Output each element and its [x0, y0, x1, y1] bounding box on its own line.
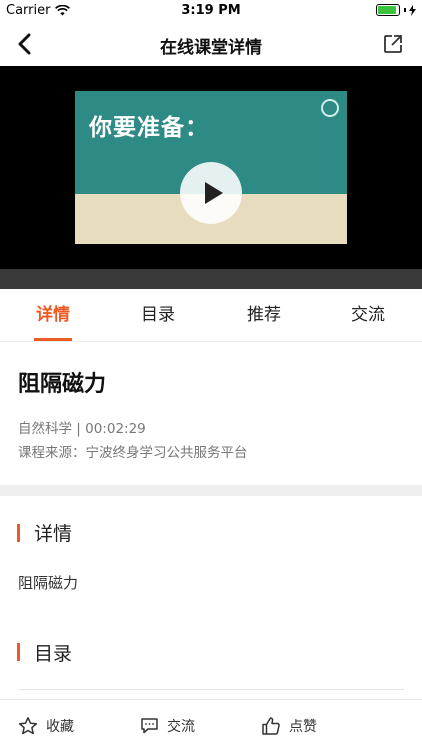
thumbs-up-icon [262, 716, 280, 735]
video-control-bar[interactable] [0, 269, 422, 289]
section-divider [0, 485, 422, 496]
tab-recommend[interactable]: 推荐 [229, 289, 299, 341]
battery-tip [404, 8, 406, 12]
detail-section-title: 详情 [34, 523, 73, 545]
course-meta: 自然科学 | 00:02:29 [18, 421, 146, 437]
tab-detail[interactable]: 详情 [18, 289, 88, 341]
status-bar: Carrier 3:19 PM [0, 0, 422, 22]
share-button[interactable] [382, 33, 404, 55]
catalog-section-title: 目录 [34, 643, 73, 665]
logo-icon [321, 99, 339, 117]
share-icon [384, 35, 402, 53]
thumbnail-text: 你要准备： [89, 115, 209, 141]
play-button[interactable] [180, 162, 242, 224]
detail-section-body: 阻隔磁力 [18, 574, 79, 592]
catalog-divider [18, 689, 404, 690]
video-player[interactable]: 你要准备： [0, 66, 422, 269]
course-source: 课程来源：宁波终身学习公共服务平台 [18, 445, 248, 461]
favorite-label: 收藏 [46, 718, 74, 735]
comment-icon [141, 718, 158, 734]
battery-icon [376, 4, 400, 16]
comment-label: 交流 [167, 718, 195, 735]
active-tab-indicator [34, 338, 72, 341]
play-icon [204, 182, 223, 204]
section-marker [17, 524, 20, 542]
status-right [376, 4, 416, 16]
like-button[interactable]: 点赞 [261, 700, 317, 751]
like-label: 点赞 [289, 718, 317, 735]
bottom-toolbar: 收藏 交流 点赞 [0, 699, 422, 751]
nav-bar: 在线课堂详情 [0, 22, 422, 66]
tab-catalog[interactable]: 目录 [123, 289, 193, 341]
charging-bolt-icon [409, 4, 416, 16]
tab-discussion[interactable]: 交流 [333, 289, 403, 341]
favorite-button[interactable]: 收藏 [18, 700, 74, 751]
tab-bar: 详情 目录 推荐 交流 [0, 289, 422, 342]
course-title: 阻隔磁力 [18, 372, 107, 397]
comment-button[interactable]: 交流 [140, 700, 195, 751]
page-title: 在线课堂详情 [160, 38, 262, 58]
status-time: 3:19 PM [181, 3, 241, 18]
section-marker [17, 643, 20, 661]
star-icon [18, 716, 38, 734]
video-thumbnail[interactable]: 你要准备： [75, 91, 347, 244]
